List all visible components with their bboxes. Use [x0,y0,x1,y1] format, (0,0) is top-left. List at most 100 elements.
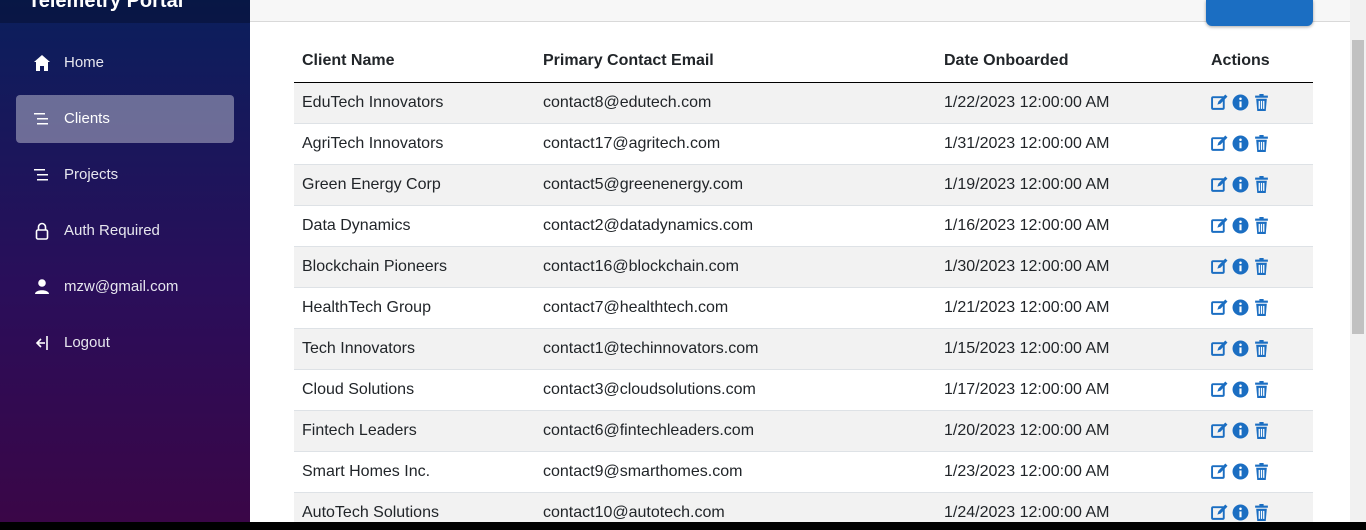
edit-icon [1211,135,1228,151]
scrollbar-thumb[interactable] [1352,40,1364,334]
date-cell: 1/30/2023 12:00:00 AM [936,246,1203,288]
delete-button[interactable] [1253,217,1270,234]
delete-button[interactable] [1253,422,1270,439]
edit-button[interactable] [1211,176,1228,193]
delete-button[interactable] [1253,463,1270,480]
delete-button[interactable] [1253,176,1270,193]
date-cell: 1/19/2023 12:00:00 AM [936,164,1203,206]
edit-button[interactable] [1211,340,1228,357]
edit-icon [1211,463,1228,479]
user-icon [35,279,49,294]
info-button[interactable] [1232,340,1249,357]
info-button[interactable] [1232,504,1249,521]
sidebar-item-home[interactable]: Home [16,39,234,87]
edit-button[interactable] [1211,504,1228,521]
trash-icon [1255,299,1268,316]
edit-button[interactable] [1211,258,1228,275]
edit-button[interactable] [1211,135,1228,152]
client-name-cell: AgriTech Innovators [294,123,535,165]
row-actions [1211,422,1305,439]
row-actions [1211,463,1305,480]
trash-icon [1255,381,1268,398]
email-cell: contact3@cloudsolutions.com [535,369,936,411]
actions-cell [1203,369,1313,411]
row-actions [1211,299,1305,316]
row-actions [1211,176,1305,193]
row-actions [1211,504,1305,521]
brand-bar[interactable]: Telemetry Portal [0,0,250,23]
app-title: Telemetry Portal [28,0,184,12]
table-row[interactable]: Green Energy Corp contact5@greenenergy.co… [294,164,1313,206]
actions-cell [1203,164,1313,206]
date-cell: 1/23/2023 12:00:00 AM [936,451,1203,493]
date-cell: 1/16/2023 12:00:00 AM [936,205,1203,247]
table-row[interactable]: Blockchain Pioneers contact16@blockchain.… [294,246,1313,288]
sidebar-item-clients[interactable]: Clients [16,95,234,143]
home-icon [34,55,50,71]
table-row[interactable]: AgriTech Innovators contact17@agritech.co… [294,123,1313,165]
delete-button[interactable] [1253,135,1270,152]
info-button[interactable] [1232,381,1249,398]
edit-button[interactable] [1211,217,1228,234]
lock-icon [35,222,49,240]
client-name-cell: AutoTech Solutions [294,492,535,522]
info-button[interactable] [1232,176,1249,193]
date-cell: 1/24/2023 12:00:00 AM [936,492,1203,522]
table-row[interactable]: Fintech Leaders contact6@fintechleaders.c… [294,410,1313,452]
sidebar-item-auth-required[interactable]: Auth Required [16,207,234,255]
client-name-cell: Cloud Solutions [294,369,535,411]
info-button[interactable] [1232,258,1249,275]
vertical-scrollbar[interactable] [1350,0,1366,522]
info-icon [1232,135,1249,152]
info-button[interactable] [1232,217,1249,234]
delete-button[interactable] [1253,504,1270,521]
sidebar-item-label: Logout [64,334,110,351]
email-cell: contact6@fintechleaders.com [535,410,936,452]
column-header-date-onboarded: Date Onboarded [936,41,1203,83]
info-button[interactable] [1232,422,1249,439]
info-button[interactable] [1232,299,1249,316]
info-button[interactable] [1232,135,1249,152]
actions-cell [1203,451,1313,493]
delete-button[interactable] [1253,258,1270,275]
info-button[interactable] [1232,94,1249,111]
sidebar-item-user[interactable]: mzw@gmail.com [16,263,234,311]
sidebar-item-label: mzw@gmail.com [64,278,179,295]
edit-button[interactable] [1211,381,1228,398]
sidebar-item-projects[interactable]: Projects [16,151,234,199]
trash-icon [1255,504,1268,521]
trash-icon [1255,176,1268,193]
delete-button[interactable] [1253,381,1270,398]
table-row[interactable]: Tech Innovators contact1@techinnovators.c… [294,328,1313,370]
sidebar-item-label: Auth Required [64,222,160,239]
edit-icon [1211,176,1228,192]
table-row[interactable]: EduTech Innovators contact8@edutech.com 1/… [294,82,1313,124]
actions-cell [1203,82,1313,124]
trash-icon [1255,340,1268,357]
info-button[interactable] [1232,463,1249,480]
client-name-cell: Smart Homes Inc. [294,451,535,493]
sidebar-item-logout[interactable]: Logout [16,319,234,367]
edit-button[interactable] [1211,463,1228,480]
add-client-button[interactable] [1206,0,1313,26]
info-icon [1232,176,1249,193]
table-row[interactable]: Smart Homes Inc. contact9@smarthomes.com 1… [294,451,1313,493]
info-icon [1232,340,1249,357]
row-actions [1211,340,1305,357]
email-cell: contact8@edutech.com [535,82,936,124]
table-row[interactable]: AutoTech Solutions contact10@autotech.com… [294,492,1313,522]
edit-button[interactable] [1211,299,1228,316]
delete-button[interactable] [1253,94,1270,111]
row-actions [1211,135,1305,152]
delete-button[interactable] [1253,340,1270,357]
delete-button[interactable] [1253,299,1270,316]
table-row[interactable]: HealthTech Group contact7@healthtech.com 1… [294,287,1313,329]
edit-button[interactable] [1211,94,1228,111]
edit-button[interactable] [1211,422,1228,439]
date-cell: 1/15/2023 12:00:00 AM [936,328,1203,370]
table-row[interactable]: Data Dynamics contact2@datadynamics.com 1/… [294,205,1313,247]
bottom-edge [0,522,1366,530]
top-bar [250,0,1350,22]
client-name-cell: Green Energy Corp [294,164,535,206]
table-row[interactable]: Cloud Solutions contact3@cloudsolutions.c… [294,369,1313,411]
